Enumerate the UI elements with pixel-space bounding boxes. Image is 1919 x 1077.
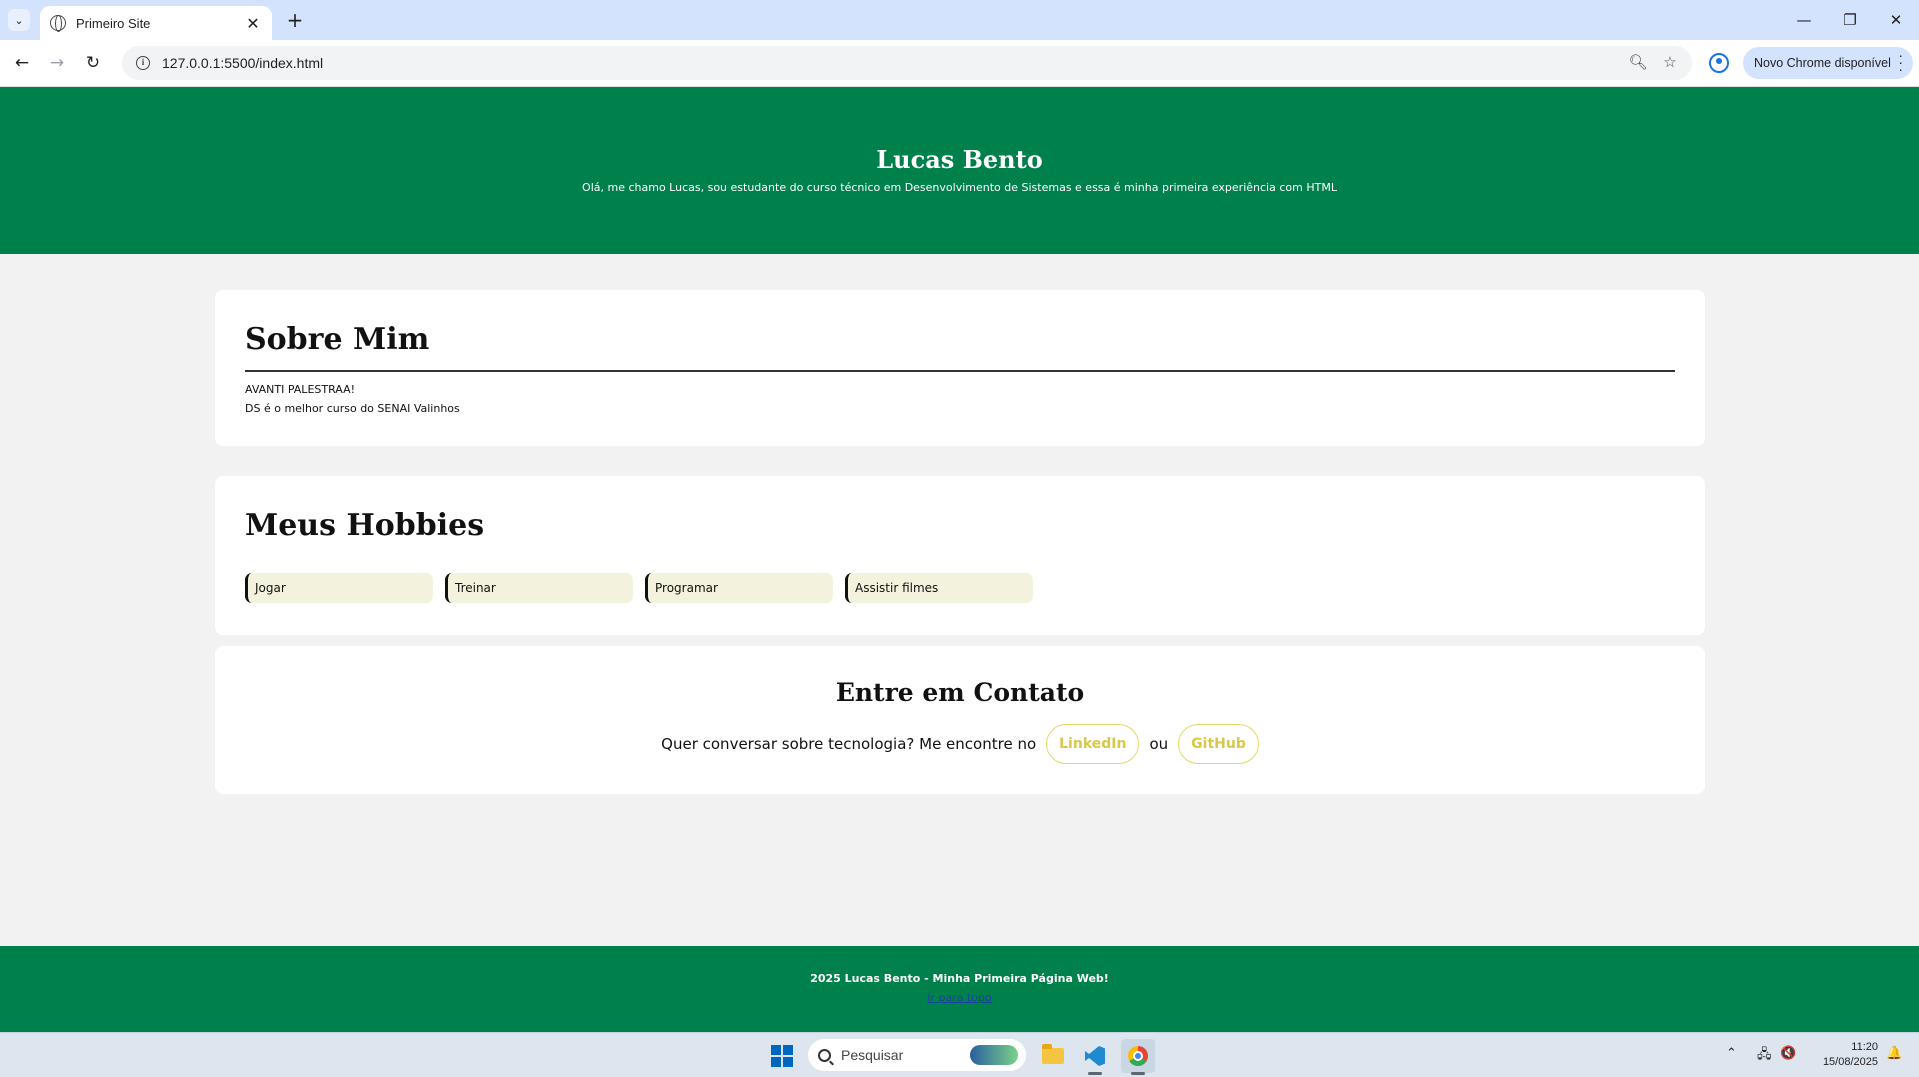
vscode-icon[interactable] <box>1078 1039 1112 1075</box>
hobby-item: Jogar <box>245 573 433 603</box>
site-footer: 2025 Lucas Bento - Minha Primeira Página… <box>0 946 1919 1032</box>
browser-tab[interactable]: Primeiro Site ✕ <box>40 6 272 40</box>
about-text-line: DS é o melhor curso do SENAI Valinhos <box>245 402 460 415</box>
search-icon <box>818 1048 831 1062</box>
search-highlight-icon <box>970 1045 1018 1065</box>
tab-list-icon[interactable]: ⌄ <box>8 9 30 31</box>
minimize-button[interactable]: — <box>1781 6 1827 34</box>
linkedin-link[interactable]: LinkedIn <box>1046 724 1140 764</box>
notification-bell-icon[interactable]: 🔔 <box>1886 1045 1902 1061</box>
restore-button[interactable]: ❐ <box>1827 6 1873 34</box>
reload-icon[interactable]: ↻ <box>79 49 107 77</box>
windows-start-icon[interactable] <box>771 1045 793 1067</box>
hobbies-heading: Meus Hobbies <box>245 508 485 543</box>
forward-arrow-icon[interactable]: → <box>43 49 71 77</box>
site-header: Lucas Bento Olá, me chamo Lucas, sou est… <box>0 87 1919 254</box>
web-page: Lucas Bento Olá, me chamo Lucas, sou est… <box>0 87 1919 1032</box>
star-icon[interactable]: ☆ <box>1656 48 1684 76</box>
tab-strip: ⌄ Primeiro Site ✕ + — ❐ ✕ <box>0 0 1919 40</box>
hobby-item: Assistir filmes <box>845 573 1033 603</box>
zoom-icon[interactable]: 🔍︎ <box>1624 48 1652 76</box>
tab-title: Primeiro Site <box>76 15 151 31</box>
clock-date: 15/08/2025 <box>1822 1056 1878 1068</box>
update-chrome-button[interactable]: Novo Chrome disponível · · · <box>1743 47 1913 79</box>
network-icon[interactable]: 🖧 <box>1757 1045 1772 1067</box>
volume-muted-icon[interactable]: 🔇 <box>1780 1045 1796 1061</box>
footer-copyright: 2025 Lucas Bento - Minha Primeira Página… <box>810 972 1109 985</box>
hobby-list: Jogar Treinar Programar Assistir filmes <box>245 573 1033 603</box>
url-text[interactable]: 127.0.0.1:5500/index.html <box>162 55 323 71</box>
back-to-top-link[interactable]: Ir para topo <box>0 991 1919 1004</box>
search-placeholder: Pesquisar <box>841 1047 904 1063</box>
page-subtitle: Olá, me chamo Lucas, sou estudante do cu… <box>582 181 1337 194</box>
hobbies-section: Meus Hobbies Jogar Treinar Programar Ass… <box>215 476 1705 635</box>
back-arrow-icon[interactable]: ← <box>8 49 36 77</box>
chrome-icon[interactable] <box>1121 1039 1155 1075</box>
contact-line: Quer conversar sobre tecnologia? Me enco… <box>215 724 1705 764</box>
hobby-item: Programar <box>645 573 833 603</box>
clock[interactable]: 11:20 15/08/2025 <box>1806 1040 1878 1070</box>
taskbar: Pesquisar ⌃ 🖧 🔇 11:20 15/08/2025 🔔 <box>0 1032 1919 1077</box>
window-close-button[interactable]: ✕ <box>1873 6 1919 34</box>
contact-section: Entre em Contato Quer conversar sobre te… <box>215 646 1705 794</box>
page-title: Lucas Bento <box>876 145 1043 174</box>
hobby-item: Treinar <box>445 573 633 603</box>
close-icon[interactable]: ✕ <box>244 14 262 33</box>
contact-separator: ou <box>1149 735 1169 753</box>
divider <box>245 370 1675 372</box>
about-heading: Sobre Mim <box>245 322 430 357</box>
new-tab-button[interactable]: + <box>282 8 308 34</box>
kebab-menu-icon[interactable]: · · · <box>1898 48 1903 76</box>
site-info-icon[interactable]: i <box>136 56 150 70</box>
profile-icon[interactable] <box>1709 53 1729 73</box>
github-link[interactable]: GitHub <box>1178 724 1259 764</box>
contact-heading: Entre em Contato <box>835 678 1085 707</box>
taskbar-search[interactable]: Pesquisar <box>808 1039 1026 1071</box>
clock-time: 11:20 <box>1851 1041 1878 1053</box>
about-text-line: AVANTI PALESTRAA! <box>245 383 356 396</box>
tray-chevron-icon[interactable]: ⌃ <box>1726 1045 1737 1061</box>
address-bar[interactable]: i 127.0.0.1:5500/index.html <box>122 46 1692 80</box>
globe-icon <box>50 15 66 32</box>
file-explorer-icon[interactable] <box>1036 1039 1070 1073</box>
about-section: Sobre Mim AVANTI PALESTRAA! DS é o melho… <box>215 290 1705 446</box>
update-label: Novo Chrome disponível <box>1754 56 1891 70</box>
contact-text: Quer conversar sobre tecnologia? Me enco… <box>661 735 1037 753</box>
browser-toolbar: ← → ↻ i 127.0.0.1:5500/index.html 🔍︎ ☆ N… <box>0 40 1919 87</box>
